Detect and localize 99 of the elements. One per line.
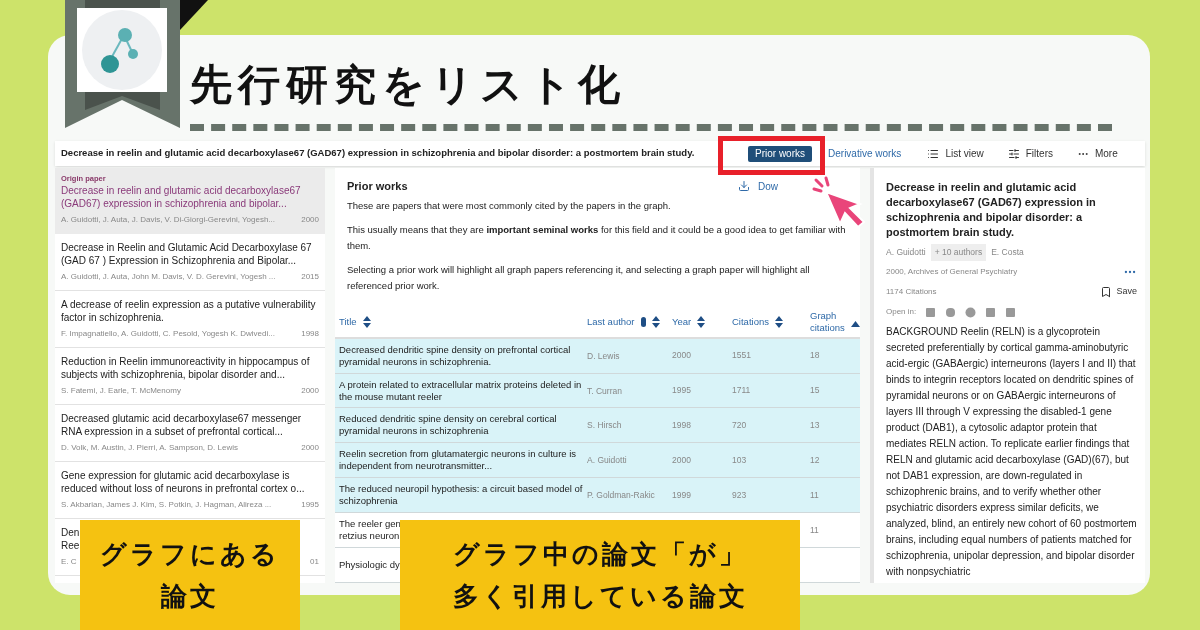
citations-cell-text: 103 <box>731 453 748 467</box>
paper-year: 2000 <box>301 385 319 398</box>
sort-up-icon[interactable] <box>851 320 860 327</box>
paper-authors: F. Impagnatiello, A. Guidotti, C. Pesold, Yogesh K. Dwivedi... <box>61 328 275 341</box>
title-cell: The reeler gen <box>339 518 401 531</box>
year-cell-text: 1999 <box>671 488 692 502</box>
year-cell-text: 1995 <box>671 384 692 397</box>
title-cell: retzius neuron <box>339 530 400 543</box>
paper-year: 01 <box>310 556 319 569</box>
sort-icon[interactable] <box>697 315 706 328</box>
paper-title: Decrease in reelin and glutamic acid decarboxylase67 (GAD67) expression in schizophrenia and bipolar disorder: a postmortem brain study. <box>61 146 696 161</box>
callout-text: 多く引用している論文 <box>452 580 748 613</box>
paper-year: 2000 <box>301 214 319 227</box>
description-paragraph: This usually means that they are important seminal works for this field and it could be a good idea to get familiar with them. <box>346 222 847 253</box>
prior-work-row[interactable]: Decreased dendritic spine density on prefrontal cortical pyramidal neurons in schizophrenia. D. Lewis 2000 1551 18 <box>335 338 860 374</box>
filters-icon <box>1007 147 1020 160</box>
view-tab[interactable]: Derivative works <box>826 145 904 162</box>
paper-year: 2000 <box>301 442 319 455</box>
column-header[interactable]: Year <box>672 315 692 328</box>
author-cell-text: P. Goldman-Rakic <box>586 490 656 501</box>
citations-cell-text: 1711 <box>731 384 752 397</box>
download-link[interactable]: Dow <box>738 178 778 194</box>
paper-year: 1998 <box>301 328 319 341</box>
title-cell-text: Decreased dendritic spine density on prefrontal cortical pyramidal neurons in schizophrenia. <box>339 343 572 368</box>
prior-work-row[interactable]: A protein related to extracellular matrix proteins deleted in the mouse mutant reeler T. Curran 1995 1711 15 <box>335 373 860 409</box>
paper-title: Decreased glutamic acid decarboxylase67 messenger RNA expression in a subset of prefrontal cortical... <box>61 412 303 439</box>
paper-title: Reduction in Reelin immunoreactivity in hippocampus of subjects with schizophrenia, bipolar disorder and... <box>61 355 311 382</box>
author-cell-text: S. Hirsch <box>586 420 623 431</box>
citations-cell-text: 720 <box>731 419 748 432</box>
author-name: A. Guidotti <box>886 246 926 259</box>
source-icon[interactable] <box>945 306 957 318</box>
section-heading: Prior works <box>347 179 408 194</box>
year-cell-text: 2000 <box>671 453 692 467</box>
title-cell: The reduced neuropil hypothesis: a circuit based model of schizophrenia <box>339 483 583 508</box>
author-cell-text: T. Curran <box>586 385 623 396</box>
paper-title: Decrease in reelin and glutamic acid decarboxylase67 (GAD67) expression in schizophrenia and bipolar... <box>61 184 302 211</box>
save-button[interactable]: Save <box>1100 284 1137 299</box>
column-header[interactable]: Last author <box>587 315 635 328</box>
author-name: E. Costa <box>991 246 1024 259</box>
title-cell-text: Reelin secretion from glutamatergic neurons in culture is independent from neurotransmitter... <box>339 448 578 473</box>
paper-authors: A. Guidotti, J. Auta, J. Davis, V. Di-Giorgi-Gerevini, Yogesh... <box>61 214 276 227</box>
paper-authors: E. C <box>61 556 77 569</box>
author-cell-text: D. Lewis <box>586 350 621 361</box>
paper-title: Decrease in Reelin and Glutamic Acid Decarboxylase 67 (GAD 67 ) Expression in Schizophrenia and Bipolar... <box>61 241 313 268</box>
bookmark-icon <box>1100 285 1113 298</box>
sort-icon[interactable] <box>774 315 783 328</box>
list-icon <box>927 147 940 160</box>
citations-cell-text: 1551 <box>731 349 752 362</box>
banner-title: 先行研究をリスト化 <box>190 60 627 110</box>
prior-work-row[interactable]: Reduced dendritic spine density on cerebral cortical pyramidal neurons in schizophrenia S. Hirsch 1998 720 13 <box>335 408 860 444</box>
graph-citations-cell-text: 11 <box>809 488 820 502</box>
callout-text: グラフ中の論文「が」 <box>452 538 748 571</box>
paper-authors: A. Guidotti, J. Auta, John M. Davis, V. D. Gerevini, Yogesh ... <box>61 271 276 284</box>
description-paragraph: These are papers that were most commonly cited by the papers in the graph. <box>346 198 672 213</box>
paper-title: A decrease of reelin expression as a putative vulnerability factor in schizophrenia. <box>61 298 317 325</box>
source-icon[interactable] <box>925 306 937 318</box>
column-header[interactable]: Citations <box>732 315 769 328</box>
description-paragraph: Selecting a prior work will highlight all graph papers referencing it, and selecting a graph paper will highlight all referenced prior work. <box>346 262 811 293</box>
toolbar-button[interactable]: More <box>1076 146 1118 161</box>
graph-citations-cell-text: 13 <box>809 419 821 432</box>
title-cell: A protein related to extracellular matrix proteins deleted in the mouse mutant reeler <box>339 378 583 403</box>
column-header[interactable]: Title <box>339 315 357 328</box>
paper-authors: S. Akbarian, James J. Kim, S. Potkin, J. Hagman, Alireza ... <box>61 499 272 512</box>
title-cell: Physiologic dy <box>339 559 400 572</box>
sort-icon[interactable] <box>362 315 371 328</box>
title-cell-text: Reduced dendritic spine density on cerebral cortical pyramidal neurons in schizophrenia <box>339 413 558 438</box>
callout-text: 論文 <box>161 580 219 613</box>
source-icon[interactable] <box>965 306 977 318</box>
column-header[interactable]: Graph citations <box>810 309 845 334</box>
publication-info: 2000, Archives of General Psychiatry <box>886 265 1018 278</box>
sort-icon[interactable] <box>651 315 660 328</box>
year-cell-text: 1998 <box>671 419 692 432</box>
callout-text: グラフにある <box>100 538 280 571</box>
source-icon[interactable] <box>1005 306 1017 318</box>
author-cell-text: A. Guidotti <box>586 455 628 466</box>
prior-work-row[interactable]: The reduced neuropil hypothesis: a circuit based model of schizophrenia P. Goldman-Rakic 1999 923 11 <box>335 478 860 514</box>
paper-title: Den <box>61 526 80 540</box>
source-icon[interactable] <box>985 306 997 318</box>
open-in-label: Open in: <box>886 306 917 319</box>
year-cell-text: 2000 <box>671 349 692 362</box>
abstract-text: BACKGROUND Reelin (RELN) is a glycoprotein secreted preferentially by cortical gamma-aminobutyric acid-ergic (GABAergic) interneurons (layers I and II) that binds to integrin receptors located on dendritic spines of pyramidal neurons or on GABAergic interneurons of layers III through V expressing the disabled-1 gene product (DAB1), a cytosolic adaptor protein that mediates RELN action. To replicate earlier findings that RELN and glutamic acid decarboxylase (GAD)(67), but not DAB1 expression, are down-regulated in schizophrenic brains, and to verify whether other psychiatric disorders express similar deficits, we analyzed, blind, an entirely new cohort of 60 postmortem brains, including equal numbers of patients matched for schizophrenia, unipolar depression, and bipolar disorder with nonpsychiatric <box>886 325 1137 580</box>
graph-citations-cell-text: 18 <box>809 349 821 362</box>
view-tab[interactable]: Prior works <box>748 145 812 162</box>
citations-cell-text: 923 <box>731 488 748 502</box>
prior-work-row[interactable]: Reelin secretion from glutamatergic neurons in culture is independent from neurotransmitter... A. Guidotti 2000 103 12 <box>335 443 860 479</box>
citation-count: 1174 Citations <box>886 285 937 298</box>
graph-citations-cell-text: 15 <box>809 384 821 397</box>
paper-title: Gene expression for glutamic acid decarboxylase is reduced without loss of neurons in prefrontal cortex o... <box>61 469 306 496</box>
paper-year: 1995 <box>301 499 319 512</box>
paper-authors: S. Fatemi, J. Earle, T. McMenomy <box>61 385 181 398</box>
toolbar-button[interactable]: List view <box>927 146 984 161</box>
paper-authors: D. Volk, M. Austin, J. Pierri, A. Sampson, D. Lewis <box>61 442 238 455</box>
paper-year: 2015 <box>301 271 319 284</box>
graph-citations-cell-text: 12 <box>809 453 821 467</box>
graph-citations-cell-text: 11 <box>809 523 820 537</box>
download-icon <box>738 180 750 193</box>
toolbar-button[interactable]: Filters <box>1007 146 1053 161</box>
detail-title: Decrease in reelin and glutamic acid decarboxylase67 (GAD67) expression in schizophrenia and bipolar disorder: a postmortem brain study. <box>886 180 1097 240</box>
paper-title: Ree <box>61 539 80 553</box>
